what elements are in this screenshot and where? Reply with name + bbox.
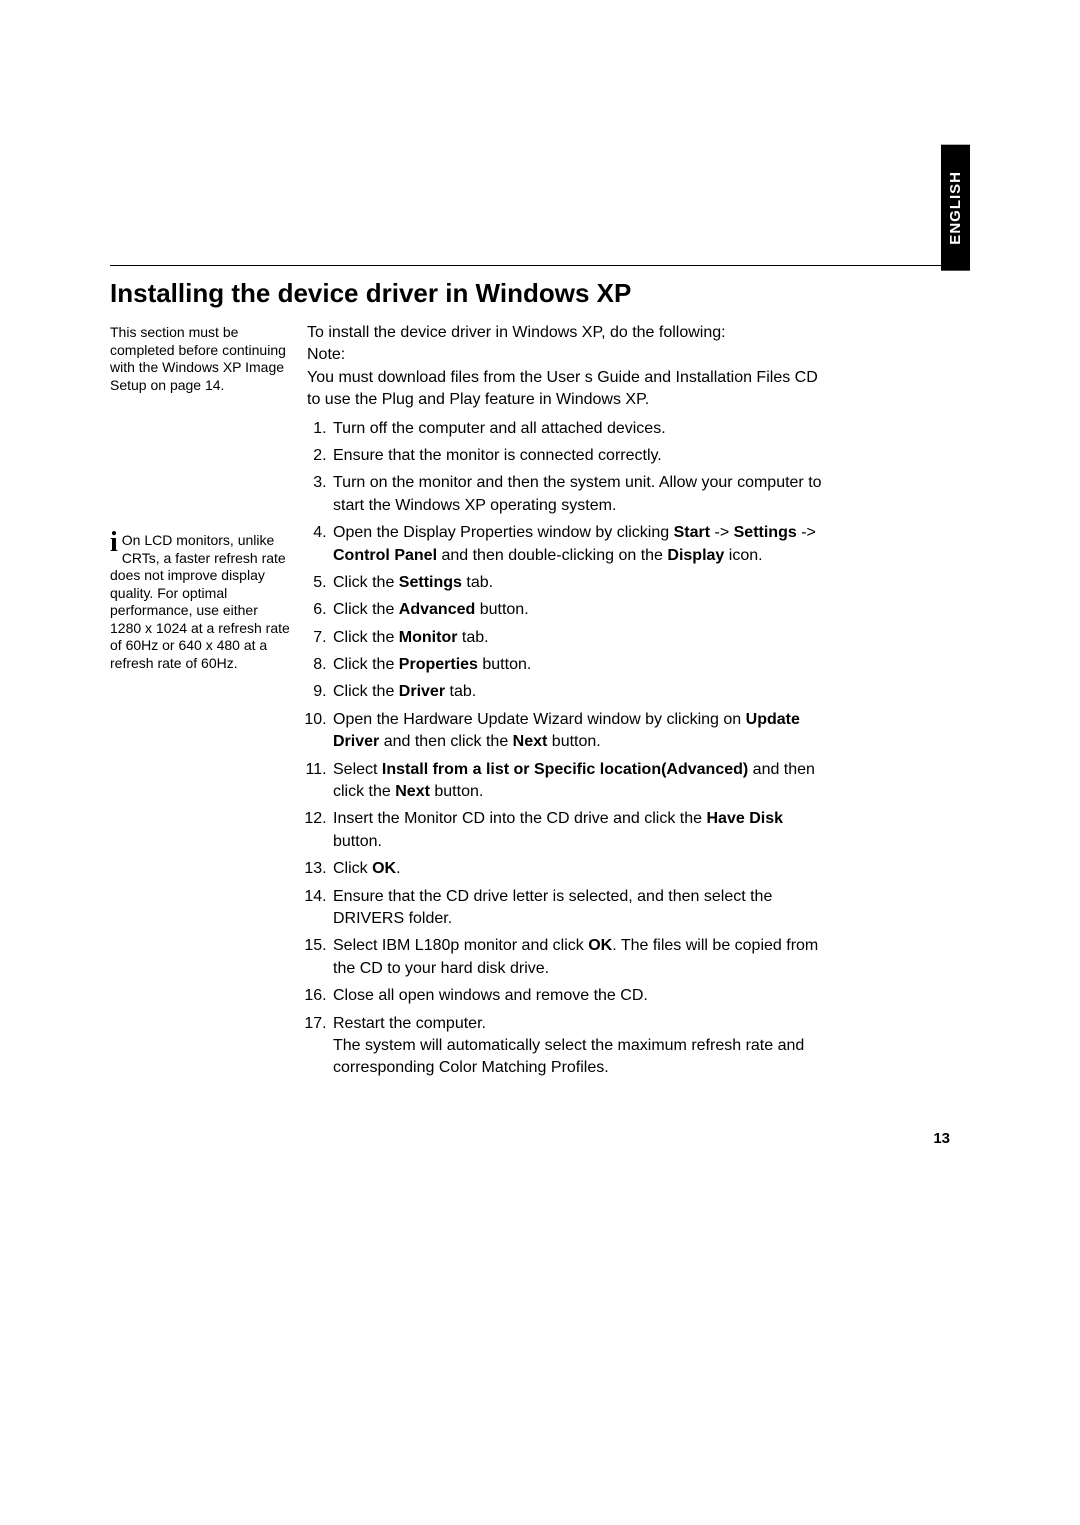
sidenote-prerequisite: This section must be completed before co… xyxy=(110,324,290,394)
text: tab. xyxy=(445,683,476,700)
step-10: Open the Hardware Update Wizard window b… xyxy=(331,709,827,754)
text: Open the Display Properties window by cl… xyxy=(333,524,674,541)
main-content: To install the device driver in Windows … xyxy=(307,322,827,1085)
step-4: Open the Display Properties window by cl… xyxy=(331,522,827,567)
bold-settings: Settings xyxy=(734,524,797,541)
step-13: Click OK. xyxy=(331,858,827,880)
text: Click the xyxy=(333,601,399,618)
text: Select xyxy=(333,761,382,778)
bold-driver: Driver xyxy=(399,683,445,700)
bold-ok: OK xyxy=(588,937,612,954)
bold-ok: OK xyxy=(372,860,396,877)
text: icon. xyxy=(724,547,762,564)
bold-install-from-list: Install from a list or Specific location… xyxy=(382,761,748,778)
text: Select IBM L180p monitor and click xyxy=(333,937,588,954)
bold-have-disk: Have Disk xyxy=(707,810,784,827)
step-7: Click the Monitor tab. xyxy=(331,627,827,649)
text: Click the xyxy=(333,656,399,673)
page-heading: Installing the device driver in Windows … xyxy=(110,278,631,309)
step-8: Click the Properties button. xyxy=(331,654,827,676)
bold-next: Next xyxy=(395,783,430,800)
text: button. xyxy=(333,833,382,850)
step-3: Turn on the monitor and then the system … xyxy=(331,472,827,517)
text: and then click the xyxy=(379,733,512,750)
bold-monitor: Monitor xyxy=(399,629,458,646)
step-1: Turn off the computer and all attached d… xyxy=(331,418,827,440)
text: Open the Hardware Update Wizard window b… xyxy=(333,711,746,728)
intro-line1: To install the device driver in Windows … xyxy=(307,324,726,341)
step-12: Insert the Monitor CD into the CD drive … xyxy=(331,808,827,853)
step-16: Close all open windows and remove the CD… xyxy=(331,985,827,1007)
text: -> xyxy=(710,524,734,541)
language-tab: ENGLISH xyxy=(941,145,970,271)
text: button. xyxy=(547,733,600,750)
step-6: Click the Advanced button. xyxy=(331,599,827,621)
bold-start: Start xyxy=(674,524,710,541)
page-number: 13 xyxy=(933,1130,950,1147)
intro-text: To install the device driver in Windows … xyxy=(307,322,827,412)
intro-note-text: You must download files from the User s … xyxy=(307,369,818,408)
manual-page: ENGLISH Installing the device driver in … xyxy=(0,0,1080,1525)
bold-properties: Properties xyxy=(399,656,478,673)
bold-display: Display xyxy=(667,547,724,564)
step-17: Restart the computer. The system will au… xyxy=(331,1013,827,1080)
sidenote-info: iOn LCD monitors, unlike CRTs, a faster … xyxy=(110,532,290,672)
text: Click the xyxy=(333,574,399,591)
info-icon: i xyxy=(110,530,118,557)
text: -> xyxy=(797,524,816,541)
sidenote-info-text: On LCD monitors, unlike CRTs, a faster r… xyxy=(110,532,290,671)
text: Insert the Monitor CD into the CD drive … xyxy=(333,810,707,827)
text: Click the xyxy=(333,683,399,700)
text: button. xyxy=(430,783,483,800)
text: tab. xyxy=(457,629,488,646)
text: Click xyxy=(333,860,372,877)
text: tab. xyxy=(462,574,493,591)
intro-note-label: Note: xyxy=(307,346,345,363)
bold-next: Next xyxy=(513,733,548,750)
text: Restart the computer. xyxy=(333,1015,486,1032)
step-5: Click the Settings tab. xyxy=(331,572,827,594)
bold-advanced: Advanced xyxy=(399,601,475,618)
text: The system will automatically select the… xyxy=(333,1037,804,1076)
bold-control-panel: Control Panel xyxy=(333,547,437,564)
text: Click the xyxy=(333,629,399,646)
step-15: Select IBM L180p monitor and click OK. T… xyxy=(331,935,827,980)
text: and then double-clicking on the xyxy=(437,547,667,564)
steps-list: Turn off the computer and all attached d… xyxy=(307,418,827,1080)
text: button. xyxy=(478,656,531,673)
bold-settings-tab: Settings xyxy=(399,574,462,591)
text: . xyxy=(396,860,400,877)
step-11: Select Install from a list or Specific l… xyxy=(331,759,827,804)
step-2: Ensure that the monitor is connected cor… xyxy=(331,445,827,467)
horizontal-rule xyxy=(110,265,950,266)
step-14: Ensure that the CD drive letter is selec… xyxy=(331,886,827,931)
step-9: Click the Driver tab. xyxy=(331,681,827,703)
text: button. xyxy=(475,601,528,618)
